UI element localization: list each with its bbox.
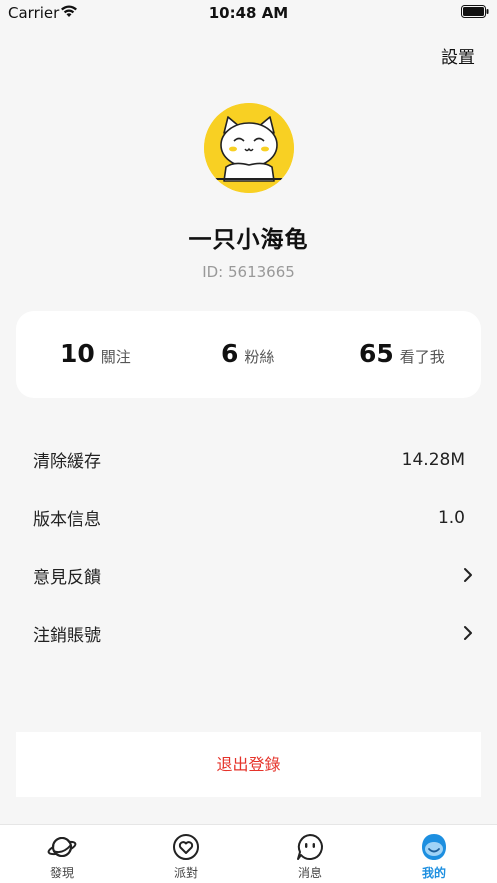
username: 一只小海龟 — [188, 227, 309, 253]
stat-visitors-count: 65 — [359, 339, 394, 368]
tab-party[interactable]: 派對 — [124, 825, 248, 883]
settings-button[interactable]: 設置 — [441, 43, 475, 68]
menu-item-deactivate-account[interactable]: 注銷賬號 — [0, 604, 497, 662]
status-bar: Carrier 10:48 AM — [0, 0, 497, 26]
menu-item-label: 清除緩存 — [33, 452, 101, 472]
stat-followers-label: 粉絲 — [244, 348, 275, 366]
profile-face-icon — [422, 834, 446, 860]
tab-discover[interactable]: 發現 — [0, 825, 124, 883]
menu-item-version[interactable]: 版本信息 1.0 — [0, 488, 497, 546]
stat-followers-count: 6 — [221, 339, 239, 368]
settings-menu: 清除緩存 14.28M 版本信息 1.0 意見反饋 注銷賬號 — [0, 430, 497, 662]
tab-label: 我的 — [421, 866, 446, 880]
planet-icon — [47, 837, 77, 857]
profile-screen: Carrier 10:48 AM 設置 一只小海龟 ID: 5613665 10… — [0, 0, 497, 883]
stat-visitors-label: 看了我 — [399, 348, 445, 366]
menu-item-clear-cache[interactable]: 清除緩存 14.28M — [0, 430, 497, 488]
menu-item-label: 版本信息 — [33, 510, 101, 530]
tab-bar: 發現 派對 消息 我的 — [0, 824, 497, 883]
chat-face-icon — [297, 834, 323, 860]
tab-label: 派對 — [173, 866, 198, 880]
stats-card: 10 關注 6 粉絲 65 看了我 — [16, 311, 481, 398]
stat-following-count: 10 — [60, 339, 95, 368]
stat-following[interactable]: 10 關注 — [60, 339, 131, 371]
chevron-right-icon — [464, 626, 472, 640]
cat-avatar-image — [204, 103, 294, 193]
logout-button[interactable]: 退出登錄 — [16, 732, 481, 797]
menu-item-label: 注銷賬號 — [33, 626, 101, 646]
user-id: ID: 5613665 — [202, 263, 295, 281]
chevron-right-icon — [464, 568, 472, 582]
version-value: 1.0 — [437, 508, 465, 528]
tab-messages[interactable]: 消息 — [248, 825, 372, 883]
tab-label: 消息 — [297, 866, 322, 880]
battery-icon — [461, 5, 489, 18]
avatar[interactable] — [204, 103, 294, 193]
menu-item-feedback[interactable]: 意見反饋 — [0, 546, 497, 604]
tab-label: 發現 — [49, 866, 74, 880]
menu-item-label: 意見反饋 — [33, 568, 101, 588]
tab-me[interactable]: 我的 — [372, 825, 496, 883]
stat-visitors[interactable]: 65 看了我 — [359, 339, 445, 371]
stat-following-label: 關注 — [100, 348, 131, 366]
cache-size-value: 14.28M — [401, 450, 465, 470]
stat-followers[interactable]: 6 粉絲 — [221, 339, 274, 371]
heart-circle-icon — [173, 834, 199, 860]
status-time: 10:48 AM — [208, 4, 289, 22]
